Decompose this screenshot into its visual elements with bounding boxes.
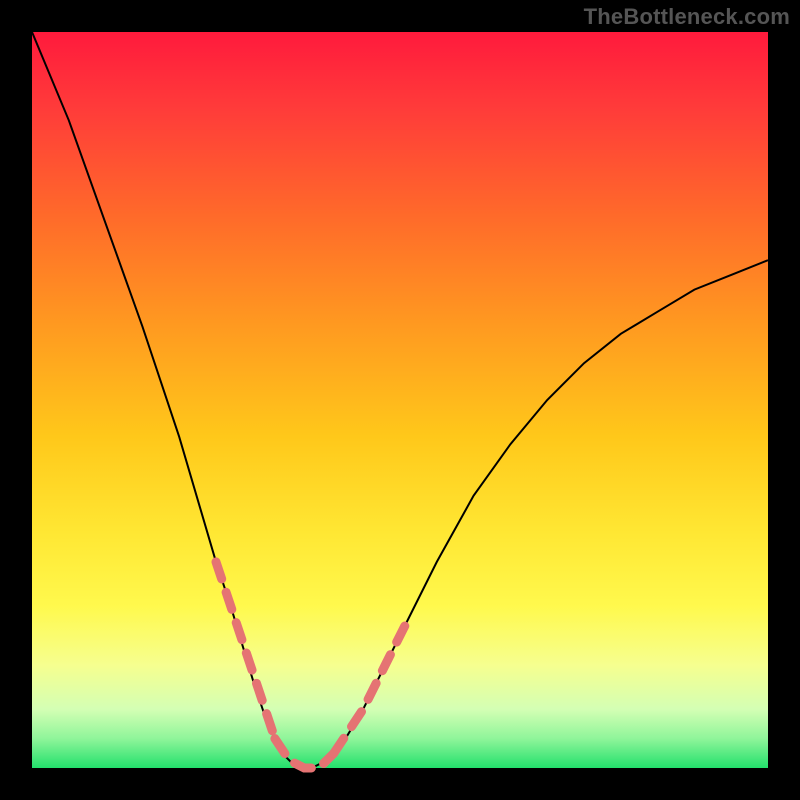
trough-dashes — [275, 739, 334, 768]
left-descent-dashes — [216, 562, 275, 739]
watermark-text: TheBottleneck.com — [584, 4, 790, 30]
plot-area — [32, 32, 768, 768]
curve-layer — [32, 32, 768, 768]
bottleneck-curve — [32, 32, 768, 768]
right-ascent-dashes — [334, 621, 408, 754]
chart-container: TheBottleneck.com — [0, 0, 800, 800]
